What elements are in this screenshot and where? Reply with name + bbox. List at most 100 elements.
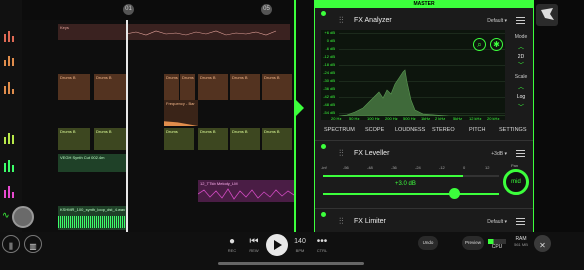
record-arm-button[interactable]: [12, 206, 34, 228]
app-logo-icon[interactable]: [536, 4, 558, 26]
pan-knob[interactable]: mid: [503, 169, 529, 195]
undo-button[interactable]: Undo: [418, 236, 438, 250]
tab-settings[interactable]: SETTINGS: [499, 127, 527, 133]
loop-marker-start[interactable]: 01: [123, 4, 134, 15]
clip-drums-b-green-4[interactable]: Drums B: [230, 128, 260, 150]
freq-label: 1kHz: [421, 116, 431, 121]
sliders-icon[interactable]: ⫶⫶: [339, 15, 344, 26]
db-label: -36 dB: [323, 86, 335, 91]
power-icon[interactable]: [321, 144, 326, 149]
scale-tick: -56: [343, 165, 349, 170]
scale-down-chevron-icon[interactable]: ﹀: [509, 102, 533, 111]
preset-selector[interactable]: Default ▾: [487, 219, 507, 225]
close-button[interactable]: ✕: [534, 235, 551, 252]
clip-waveform: [58, 216, 126, 228]
record-button[interactable]: ● REC: [224, 236, 240, 253]
rec-label: REC: [227, 248, 237, 253]
app-root: 01 05 Keys Drums B Drums B Drums Drums D…: [0, 0, 584, 270]
power-icon[interactable]: [321, 11, 326, 16]
clip-drums-1[interactable]: Drums: [164, 74, 179, 100]
db-label: -18 dB: [323, 62, 335, 67]
track-drums-b-icon[interactable]: [3, 80, 17, 94]
play-button[interactable]: [266, 234, 288, 256]
db-label: -12 dB: [323, 54, 335, 59]
rew-label: REW: [249, 248, 259, 253]
loop-marker-end[interactable]: 05: [261, 4, 272, 15]
collapse-arrow-icon[interactable]: [296, 100, 304, 116]
track-melody-icon[interactable]: [3, 184, 17, 198]
cpu-label: CPU: [491, 244, 503, 250]
db-label: 0 dB: [326, 38, 335, 43]
preset-selector[interactable]: Default ▾: [487, 18, 507, 24]
freq-label: 200 Hz: [385, 116, 398, 121]
bpm-control[interactable]: 140 BPM: [292, 236, 308, 253]
scale-value[interactable]: Log: [509, 94, 533, 100]
clip-drums-b-4[interactable]: Drums B: [230, 74, 260, 100]
rewind-button[interactable]: ⏮ REW: [246, 236, 262, 253]
clip-melody[interactable]: 12_TTkb Melody_LM: [198, 180, 294, 202]
freeze-icon[interactable]: ✱: [490, 38, 503, 51]
scale-tick: -12: [439, 165, 445, 170]
tab-loudness[interactable]: LOUDNESS: [395, 127, 425, 133]
sliders-icon[interactable]: ⫶⫶: [339, 148, 344, 159]
track-drums-green-icon[interactable]: [3, 130, 17, 144]
clip-synth-cut[interactable]: VEGH Synth Cut 002.4m: [58, 154, 126, 172]
track-synth-icon[interactable]: [3, 158, 17, 172]
scale-up-chevron-icon[interactable]: ︿: [509, 82, 533, 91]
playhead[interactable]: [126, 20, 128, 232]
clip-drums-b-green-3[interactable]: Drums B: [198, 128, 228, 150]
clip-drums-b-green-5[interactable]: Drums B: [262, 128, 292, 150]
db-label: -42 dB: [323, 94, 335, 99]
timeline-ruler[interactable]: 01 05: [22, 0, 294, 20]
sliders-icon[interactable]: ⫶⫶: [339, 216, 344, 227]
db-label: -30 dB: [323, 78, 335, 83]
ctrl-button[interactable]: ••• CTRL: [314, 236, 330, 253]
gain-slider[interactable]: [323, 193, 499, 195]
mode-down-chevron-icon[interactable]: ﹀: [509, 60, 533, 69]
menu-icon[interactable]: [516, 15, 525, 24]
tab-spectrum[interactable]: SPECTRUM: [324, 127, 355, 133]
clip-frequency-bar[interactable]: Frequency - Bar: [164, 100, 198, 126]
clip-drums-green[interactable]: Drums: [164, 128, 194, 150]
clip-synth-loop[interactable]: KSHMR_100_synth_loop_dst_4.wav: [58, 206, 126, 230]
clip-drums-2[interactable]: Drums: [180, 74, 195, 100]
logo-shape: [541, 8, 554, 20]
limiter-section: ⫶⫶ FX Limiter Default ▾: [315, 208, 533, 232]
panel-divider[interactable]: [294, 0, 314, 232]
freq-label: 2 kHz: [435, 116, 446, 121]
track-instrument-icon[interactable]: [3, 28, 17, 42]
menu-icon[interactable]: [516, 148, 525, 157]
freq-label: 20 Hz: [331, 116, 342, 121]
limiter-header: ⫶⫶ FX Limiter Default ▾: [315, 211, 533, 231]
right-strip: [534, 0, 584, 232]
arrangement-view[interactable]: Keys Drums B Drums B Drums Drums Drums B…: [22, 20, 294, 232]
mixer-icon[interactable]: ⫼: [2, 235, 20, 253]
analyzer-side-controls: Mode ︿ 2D ﹀ Scale ︿ Log ﹀: [509, 30, 533, 120]
preview-button[interactable]: Preview: [462, 236, 484, 250]
track-drums-icon[interactable]: [3, 52, 17, 66]
clip-drums-b-green-1[interactable]: Drums B: [58, 128, 90, 150]
scale-tick: -48: [367, 165, 373, 170]
clip-drums-b-green-2[interactable]: Drums B: [94, 128, 126, 150]
clip-drums-b-2[interactable]: Drums B: [94, 74, 126, 100]
tab-pitch[interactable]: PITCH: [469, 127, 486, 133]
clip-drums-b-3[interactable]: Drums B: [198, 74, 228, 100]
piano-icon[interactable]: ▥: [24, 235, 42, 253]
mode-up-chevron-icon[interactable]: ︿: [509, 42, 533, 51]
clip-drums-b-1[interactable]: Drums B: [58, 74, 90, 100]
ctrl-label: CTRL: [316, 248, 328, 253]
gain-value: +3.0 dB: [395, 181, 416, 187]
power-icon[interactable]: [321, 212, 326, 217]
menu-icon[interactable]: [516, 216, 525, 225]
zoom-icon[interactable]: ⌕: [473, 38, 486, 51]
scale-label: Scale: [514, 74, 528, 80]
tab-stereo[interactable]: STEREO: [432, 127, 455, 133]
clip-keys[interactable]: Keys: [58, 24, 290, 40]
preset-selector[interactable]: +3dB ▾: [491, 151, 507, 157]
home-indicator: [218, 262, 364, 265]
gain-slider-knob[interactable]: [449, 188, 460, 199]
plugin-name: FX Analyzer: [354, 17, 392, 24]
clip-drums-b-5[interactable]: Drums B: [262, 74, 292, 100]
tab-scope[interactable]: SCOPE: [365, 127, 384, 133]
clip-waveform: [198, 188, 294, 200]
